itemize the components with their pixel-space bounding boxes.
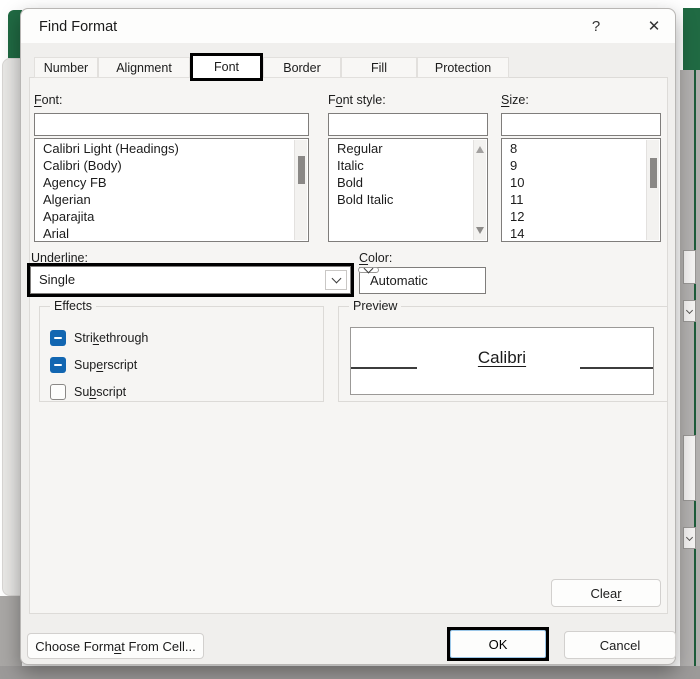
- ok-highlight: OK: [447, 627, 549, 661]
- tab-alignment[interactable]: Alignment: [98, 57, 190, 78]
- underline-select[interactable]: Single: [30, 266, 351, 294]
- dialog-title: Find Format: [39, 19, 118, 35]
- color-select[interactable]: Automatic: [358, 263, 486, 294]
- choose-format-from-cell-button[interactable]: Choose Format From Cell...: [27, 633, 204, 659]
- size-label: Size:: [501, 93, 529, 107]
- list-item[interactable]: Italic: [329, 157, 487, 174]
- font-style-input[interactable]: [328, 113, 488, 136]
- list-item[interactable]: Arial: [35, 225, 308, 241]
- list-item[interactable]: Algerian: [35, 191, 308, 208]
- scroll-arrow-icon: [685, 533, 694, 542]
- font-style-label: Font style:: [328, 93, 386, 107]
- tab-number[interactable]: Number: [34, 57, 98, 78]
- superscript-checkbox[interactable]: [50, 357, 66, 373]
- list-item[interactable]: 9: [502, 157, 660, 174]
- scroll-down-icon[interactable]: [476, 227, 484, 234]
- superscript-label: Superscript: [74, 358, 138, 372]
- tab-border[interactable]: Border: [263, 57, 341, 78]
- background-scrollbar-button[interactable]: [683, 527, 696, 549]
- font-style-scrollbar[interactable]: [473, 140, 486, 240]
- list-item[interactable]: 14: [502, 225, 660, 241]
- underline-highlight: Single: [27, 263, 354, 297]
- excel-ribbon-edge-right: [683, 8, 700, 70]
- help-icon: ?: [591, 18, 601, 35]
- scrollbar-thumb[interactable]: [650, 158, 657, 188]
- tab-font[interactable]: Font: [190, 53, 263, 81]
- clear-button[interactable]: Clear: [551, 579, 661, 607]
- list-item[interactable]: Calibri (Body): [35, 157, 308, 174]
- background-status-band: [0, 666, 700, 679]
- preview-group: Preview Calibri: [338, 299, 668, 402]
- size-list-scrollbar[interactable]: [646, 140, 659, 240]
- title-bar: Find Format ? ✕: [21, 9, 675, 43]
- effects-group-title: Effects: [50, 299, 96, 313]
- strikethrough-checkbox[interactable]: [50, 330, 66, 346]
- list-item[interactable]: 12: [502, 208, 660, 225]
- dropdown-button[interactable]: [325, 270, 347, 290]
- color-label: Color:: [359, 251, 393, 265]
- close-button[interactable]: ✕: [639, 16, 669, 38]
- list-item[interactable]: Bold Italic: [329, 191, 487, 208]
- background-bottom-left: [0, 596, 22, 668]
- chevron-down-icon: [331, 273, 341, 284]
- tab-fill[interactable]: Fill: [341, 57, 417, 78]
- preview-group-title: Preview: [349, 299, 402, 313]
- list-item[interactable]: Regular: [329, 140, 487, 157]
- background-scrollbar-thumb[interactable]: [683, 435, 696, 501]
- mixed-state-icon: [54, 364, 62, 366]
- list-item[interactable]: Bold: [329, 174, 487, 191]
- list-item[interactable]: 11: [502, 191, 660, 208]
- tab-protection[interactable]: Protection: [417, 57, 509, 78]
- ok-button[interactable]: OK: [450, 630, 546, 658]
- find-format-dialog: Find Format ? ✕ Number Alignment Font Bo…: [20, 8, 676, 665]
- dropdown-button[interactable]: [358, 263, 379, 274]
- scroll-up-icon[interactable]: [476, 146, 484, 153]
- font-label: Font:: [34, 93, 63, 107]
- list-item[interactable]: 8: [502, 140, 660, 157]
- help-button[interactable]: ?: [581, 16, 611, 38]
- font-list: Calibri Light (Headings) Calibri (Body) …: [34, 138, 309, 242]
- excel-window-edge-line: [694, 70, 696, 668]
- background-scrollbar-thumb[interactable]: [683, 250, 696, 284]
- size-list: 8 9 10 11 12 14: [501, 138, 661, 242]
- close-icon: ✕: [647, 18, 661, 35]
- excel-scrollbar-strip: [680, 70, 700, 668]
- font-list-scrollbar[interactable]: [294, 140, 307, 240]
- font-name-input[interactable]: [34, 113, 309, 136]
- subscript-checkbox[interactable]: [50, 384, 66, 400]
- list-item[interactable]: Agency FB: [35, 174, 308, 191]
- mixed-state-icon: [54, 337, 62, 339]
- effects-group: Effects Strikethrough Superscript Subscr…: [39, 299, 324, 402]
- preview-text: Calibri: [477, 348, 527, 367]
- background-scrollbar-button[interactable]: [683, 300, 696, 322]
- preview-box: Calibri: [350, 327, 654, 395]
- font-style-list: Regular Italic Bold Bold Italic: [328, 138, 488, 242]
- subscript-label: Subscript: [74, 385, 127, 399]
- list-item[interactable]: 10: [502, 174, 660, 191]
- list-item[interactable]: Aparajita: [35, 208, 308, 225]
- size-input[interactable]: [501, 113, 661, 136]
- strikethrough-label: Strikethrough: [74, 331, 149, 345]
- background-window-edge-left: [2, 58, 22, 596]
- cancel-button[interactable]: Cancel: [564, 631, 676, 659]
- scrollbar-thumb[interactable]: [298, 156, 305, 184]
- scroll-arrow-icon: [685, 306, 694, 315]
- list-item[interactable]: Calibri Light (Headings): [35, 140, 308, 157]
